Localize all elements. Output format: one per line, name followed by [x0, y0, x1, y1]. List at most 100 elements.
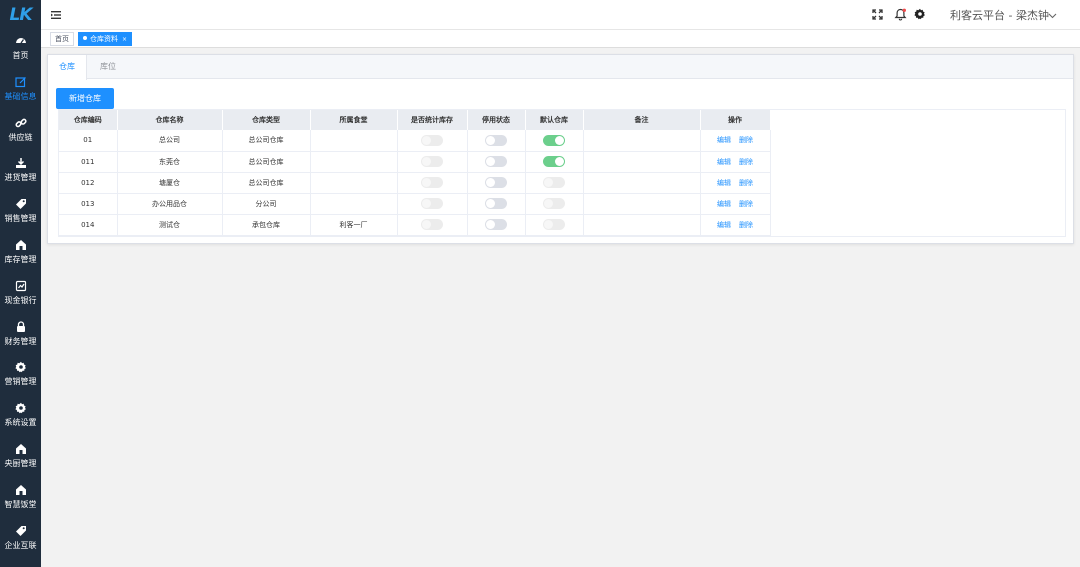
sidebar-item-12[interactable]: 企业互联	[0, 518, 41, 558]
table-row: 013 办公用品仓 分公司 编辑 删除	[59, 193, 771, 215]
edit-link[interactable]: 编辑	[717, 136, 731, 144]
tag-icon	[15, 525, 27, 537]
sidebar-item-8[interactable]: 营销管理	[0, 354, 41, 394]
sidebar-item-7[interactable]: 财务管理	[0, 314, 41, 354]
delete-link[interactable]: 删除	[739, 179, 753, 187]
table-cell	[525, 130, 584, 152]
home-icon	[15, 443, 27, 455]
warehouse-table-container: 仓库编码 仓库名称 仓库类型 所属食堂 是否统计库存 停用状态 默认仓库 备注 操作 01 总公司…	[58, 109, 1066, 237]
table-cell: 总公司仓库	[222, 130, 311, 152]
edit-link[interactable]: 编辑	[717, 221, 731, 229]
sidebar-item-label: 系统设置	[4, 418, 37, 428]
table-cell	[397, 193, 468, 215]
disabled-status-switch[interactable]	[485, 134, 507, 146]
sidebar-item-2[interactable]: 供应链	[0, 110, 41, 150]
gear-icon	[14, 402, 27, 414]
sidebar-item-9[interactable]: 系统设置	[0, 395, 41, 435]
delete-link[interactable]: 删除	[739, 158, 753, 166]
tags-view-bar: 首页 仓库资料 ×	[41, 30, 1080, 48]
count-stock-switch	[421, 156, 443, 167]
table-cell: 分公司	[222, 193, 311, 215]
gear-icon	[14, 361, 27, 373]
download-icon	[15, 157, 27, 169]
table-row: 011 东莞仓 总公司仓库 编辑 删除	[59, 151, 771, 173]
table-row: 01 总公司 总公司仓库 编辑 删除	[59, 130, 771, 152]
user-menu[interactable]: 利客云平台 - 梁杰钟	[950, 7, 1049, 23]
table-cell: 013	[59, 193, 118, 215]
disabled-status-switch[interactable]	[485, 219, 507, 230]
sidebar-item-10[interactable]: 央厨管理	[0, 436, 41, 476]
column-header: 操作	[700, 110, 771, 130]
sidebar-item-label: 现金银行	[4, 295, 37, 305]
table-cell: 01	[59, 130, 118, 152]
tab-location-label: 库位	[100, 62, 116, 71]
tag-home-label: 首页	[55, 35, 69, 43]
table-cell: 012	[59, 172, 118, 194]
table-cell: 测试仓	[117, 214, 223, 236]
sidebar-item-4[interactable]: 销售管理	[0, 191, 41, 231]
delete-link[interactable]: 删除	[739, 200, 753, 208]
sidebar-item-3[interactable]: 进货管理	[0, 150, 41, 190]
default-warehouse-switch[interactable]	[543, 134, 565, 146]
table-cell	[583, 130, 701, 152]
table-cell	[525, 214, 584, 236]
tag-warehouse-info[interactable]: 仓库资料 ×	[78, 32, 133, 46]
edit-link[interactable]: 编辑	[717, 200, 731, 208]
table-cell: 总公司仓库	[222, 151, 311, 173]
tab-warehouse[interactable]: 仓库	[48, 55, 87, 80]
table-cell	[525, 193, 584, 215]
table-cell	[467, 151, 526, 173]
disabled-status-switch[interactable]	[485, 177, 507, 188]
sidebar-item-label: 营销管理	[4, 377, 37, 387]
default-warehouse-switch[interactable]	[543, 156, 565, 167]
active-dot-icon	[83, 36, 87, 40]
home-icon	[15, 484, 27, 496]
edit-link[interactable]: 编辑	[717, 179, 731, 187]
table-cell	[397, 214, 468, 236]
delete-link[interactable]: 删除	[739, 221, 753, 229]
default-warehouse-switch	[543, 219, 565, 230]
settings-gear-icon[interactable]	[913, 7, 927, 21]
table-cell	[310, 151, 398, 173]
sidebar-item-label: 进货管理	[4, 173, 37, 183]
table-cell: 014	[59, 214, 118, 236]
sidebar-item-6[interactable]: 现金银行	[0, 273, 41, 313]
sidebar-item-5[interactable]: 库存管理	[0, 232, 41, 272]
table-cell-actions: 编辑 删除	[700, 172, 771, 194]
table-cell	[397, 172, 468, 194]
tab-bar: 仓库 库位	[48, 55, 1073, 80]
table-row: 014 测试仓 承包仓库 利客一厂 编辑 删除	[59, 214, 771, 236]
sidebar-item-0[interactable]: 首页	[0, 28, 41, 68]
sidebar-item-1[interactable]: 基础信息	[0, 69, 41, 109]
table-header-row: 仓库编码 仓库名称 仓库类型 所属食堂 是否统计库存 停用状态 默认仓库 备注 操作	[59, 110, 771, 130]
table-row: 012 塘厦仓 总公司仓库 编辑 删除	[59, 172, 771, 194]
table-cell	[467, 130, 526, 152]
edit-link[interactable]: 编辑	[717, 158, 731, 166]
disabled-status-switch[interactable]	[485, 156, 507, 167]
top-header: 利客云平台 - 梁杰钟	[41, 0, 1080, 30]
tag-home[interactable]: 首页	[50, 32, 74, 46]
close-icon[interactable]: ×	[122, 36, 127, 43]
fullscreen-icon[interactable]	[870, 7, 884, 21]
main-card: 仓库 库位 新增仓库 仓库编码 仓库名称 仓库类型 所属食堂 是否统计库存 停用状态 默认仓…	[47, 54, 1074, 244]
table-cell: 办公用品仓	[117, 193, 223, 215]
table-cell	[583, 214, 701, 236]
table-cell-actions: 编辑 删除	[700, 193, 771, 215]
sidebar-item-11[interactable]: 智慧饭堂	[0, 477, 41, 517]
table-cell	[467, 214, 526, 236]
add-warehouse-button[interactable]: 新增仓库	[56, 88, 114, 109]
tag-icon	[15, 198, 27, 210]
table-cell	[583, 151, 701, 173]
column-header: 仓库类型	[222, 110, 311, 130]
chevron-down-icon[interactable]	[1048, 9, 1057, 19]
menu-toggle-icon[interactable]	[51, 9, 61, 19]
table-cell	[397, 151, 468, 173]
delete-link[interactable]: 删除	[739, 136, 753, 144]
disabled-status-switch[interactable]	[485, 198, 507, 209]
bell-icon[interactable]	[893, 7, 907, 21]
table-cell: 011	[59, 151, 118, 173]
table-cell	[310, 193, 398, 215]
table-cell: 承包仓库	[222, 214, 311, 236]
tab-location[interactable]: 库位	[89, 55, 127, 79]
warehouse-table: 仓库编码 仓库名称 仓库类型 所属食堂 是否统计库存 停用状态 默认仓库 备注 操作 01 总公司…	[59, 110, 771, 236]
